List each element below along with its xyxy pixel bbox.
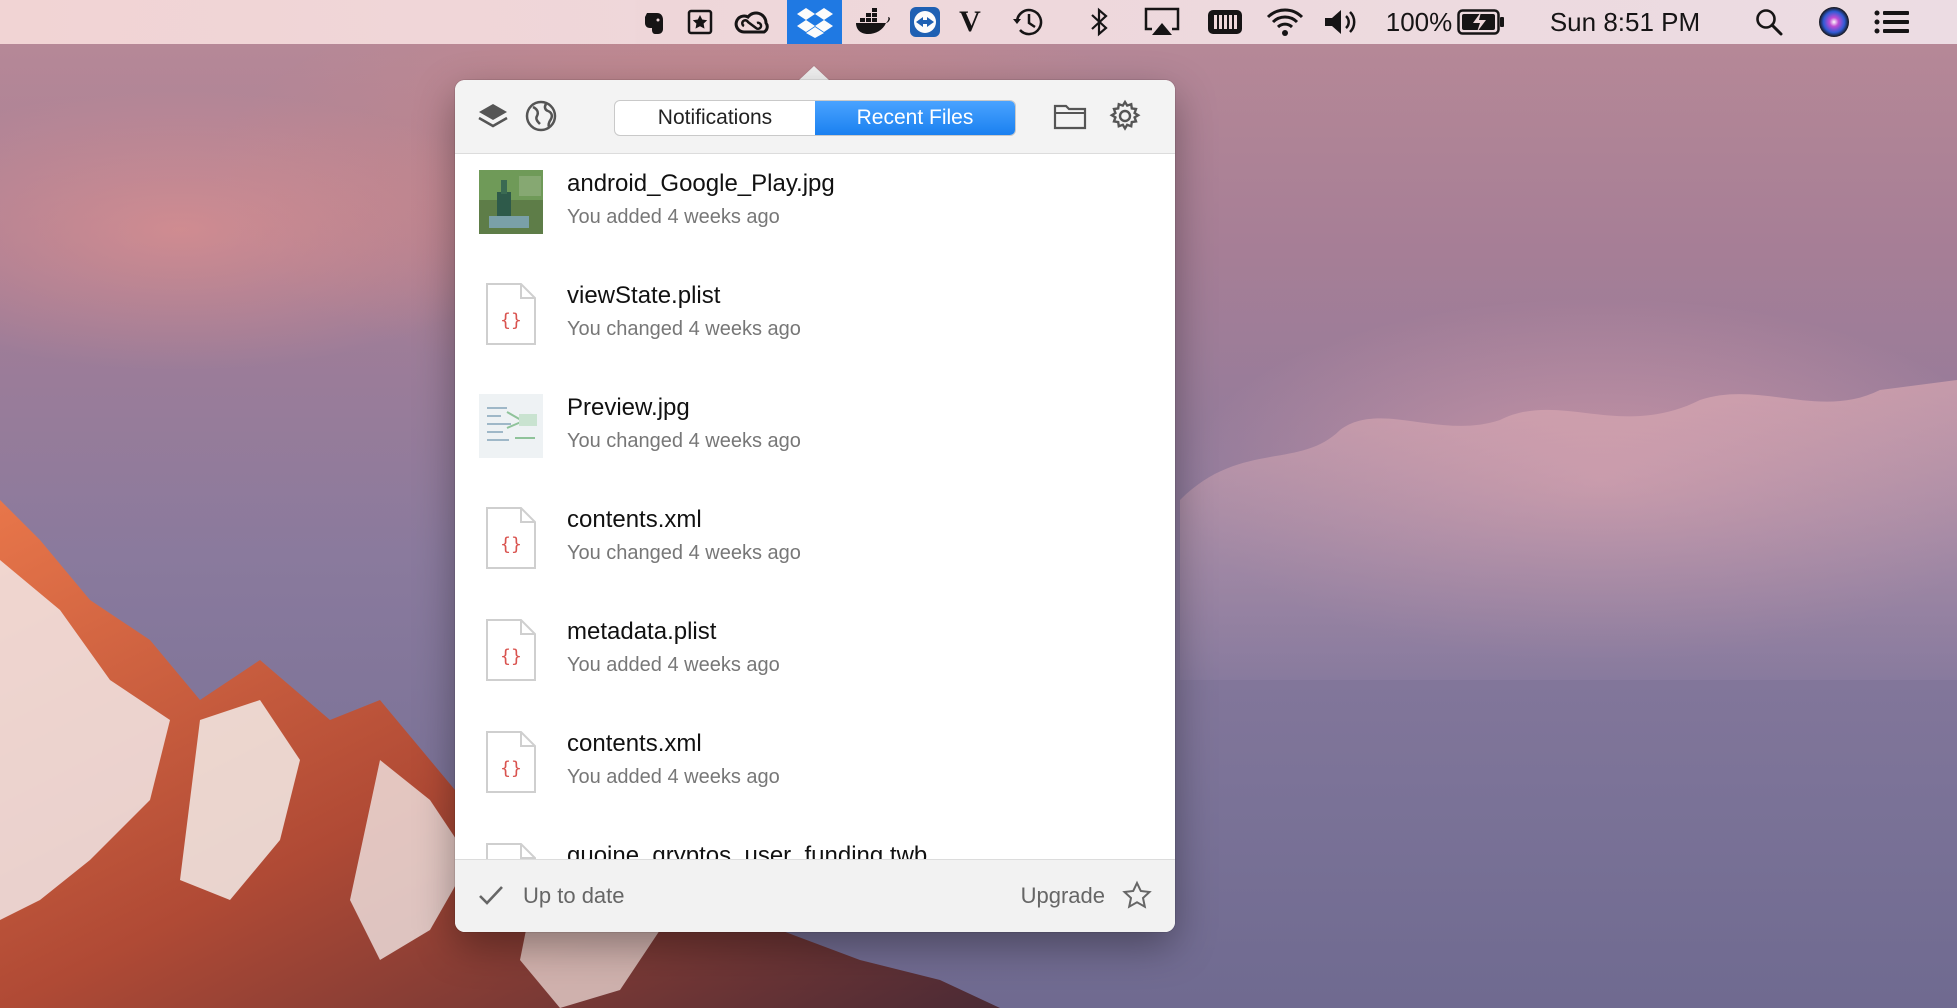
- vectorize-icon[interactable]: V: [952, 0, 988, 44]
- menubar: V 100% Sun 8:51 PM: [0, 0, 1957, 44]
- file-activity: You changed 4 weeks ago: [567, 542, 801, 564]
- file-name: guoine_gryptos_user_funding.twb: [567, 842, 928, 859]
- notification-center-icon[interactable]: [1872, 0, 1912, 44]
- tab-switcher: Notifications Recent Files: [614, 100, 1016, 136]
- file-activity: You changed 4 weeks ago: [567, 430, 801, 452]
- airplay-icon[interactable]: [1140, 0, 1184, 44]
- file-name: contents.xml: [567, 506, 702, 533]
- file-row[interactable]: {} metadata.plist You added 4 weeks ago: [455, 602, 1175, 714]
- battery-percent[interactable]: 100%: [1384, 0, 1454, 44]
- file-row[interactable]: {} viewState.plist You changed 4 weeks a…: [455, 266, 1175, 378]
- spotlight-icon[interactable]: [1752, 0, 1786, 44]
- svg-text:{}: {}: [500, 758, 522, 779]
- menubar-clock[interactable]: Sun 8:51 PM: [1540, 0, 1710, 44]
- tab-recent-files[interactable]: Recent Files: [815, 101, 1015, 135]
- creative-cloud-icon[interactable]: [731, 0, 775, 44]
- docker-icon[interactable]: [852, 0, 892, 44]
- file-activity: You added 4 weeks ago: [567, 654, 780, 676]
- code-file-icon: {}: [479, 506, 543, 570]
- code-file-icon: [479, 842, 543, 859]
- file-name: android_Google_Play.jpg: [567, 170, 835, 197]
- sync-status: Up to date: [523, 883, 625, 908]
- checkmark-icon: [477, 884, 505, 913]
- code-file-icon: {}: [479, 282, 543, 346]
- file-name: viewState.plist: [567, 282, 721, 309]
- wifi-icon[interactable]: [1263, 0, 1307, 44]
- popover-arrow: [798, 66, 830, 81]
- dropbox-icon[interactable]: [787, 0, 842, 44]
- image-thumbnail: [479, 394, 543, 458]
- evernote-icon[interactable]: [636, 0, 672, 44]
- popover-header: Notifications Recent Files: [455, 80, 1175, 154]
- svg-text:{}: {}: [500, 310, 522, 331]
- file-row[interactable]: Preview.jpg You changed 4 weeks ago: [455, 378, 1175, 490]
- teamviewer-icon[interactable]: [906, 0, 944, 44]
- file-row[interactable]: guoine_gryptos_user_funding.twb: [455, 826, 1175, 859]
- bluetooth-icon[interactable]: [1084, 0, 1114, 44]
- image-thumbnail: [479, 170, 543, 234]
- recent-files-list: android_Google_Play.jpg You added 4 week…: [455, 154, 1175, 859]
- siri-icon[interactable]: [1816, 0, 1852, 44]
- file-name: contents.xml: [567, 730, 702, 757]
- star-icon[interactable]: [1121, 880, 1153, 917]
- folder-icon[interactable]: [1050, 96, 1090, 136]
- file-name: metadata.plist: [567, 618, 717, 645]
- file-activity: You changed 4 weeks ago: [567, 318, 801, 340]
- tab-notifications[interactable]: Notifications: [615, 101, 815, 135]
- time-machine-icon[interactable]: [1006, 0, 1052, 44]
- upgrade-link[interactable]: Upgrade: [1021, 883, 1105, 909]
- svg-text:{}: {}: [500, 646, 522, 667]
- battery-icon[interactable]: [1456, 0, 1506, 44]
- volume-icon[interactable]: [1320, 0, 1362, 44]
- file-row[interactable]: {} contents.xml You changed 4 weeks ago: [455, 490, 1175, 602]
- battery-app-icon[interactable]: [1205, 0, 1245, 44]
- globe-icon[interactable]: [521, 96, 561, 136]
- code-file-icon: {}: [479, 730, 543, 794]
- file-row[interactable]: android_Google_Play.jpg You added 4 week…: [455, 154, 1175, 266]
- file-activity: You added 4 weeks ago: [567, 206, 780, 228]
- code-file-icon: {}: [479, 618, 543, 682]
- dropbox-popover: Notifications Recent Files android_Googl…: [455, 80, 1175, 932]
- file-activity: You added 4 weeks ago: [567, 766, 780, 788]
- popover-footer: Up to date Upgrade: [455, 859, 1175, 932]
- bookmark-icon[interactable]: [682, 0, 718, 44]
- gear-icon[interactable]: [1105, 96, 1145, 136]
- svg-text:{}: {}: [500, 534, 522, 555]
- file-name: Preview.jpg: [567, 394, 690, 421]
- layers-icon[interactable]: [473, 96, 513, 136]
- file-row[interactable]: {} contents.xml You added 4 weeks ago: [455, 714, 1175, 826]
